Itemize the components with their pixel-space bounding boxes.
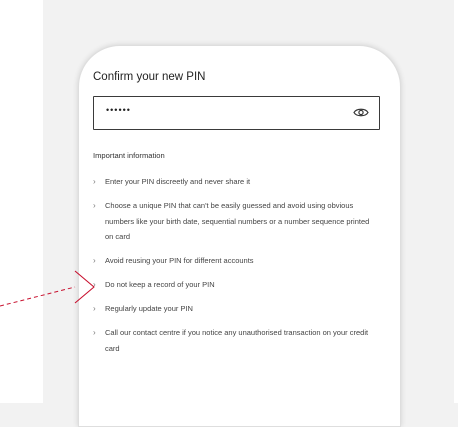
annotation-arrow (0, 270, 95, 307)
arrow-head-icon (74, 270, 95, 304)
arrow-line (0, 286, 76, 307)
